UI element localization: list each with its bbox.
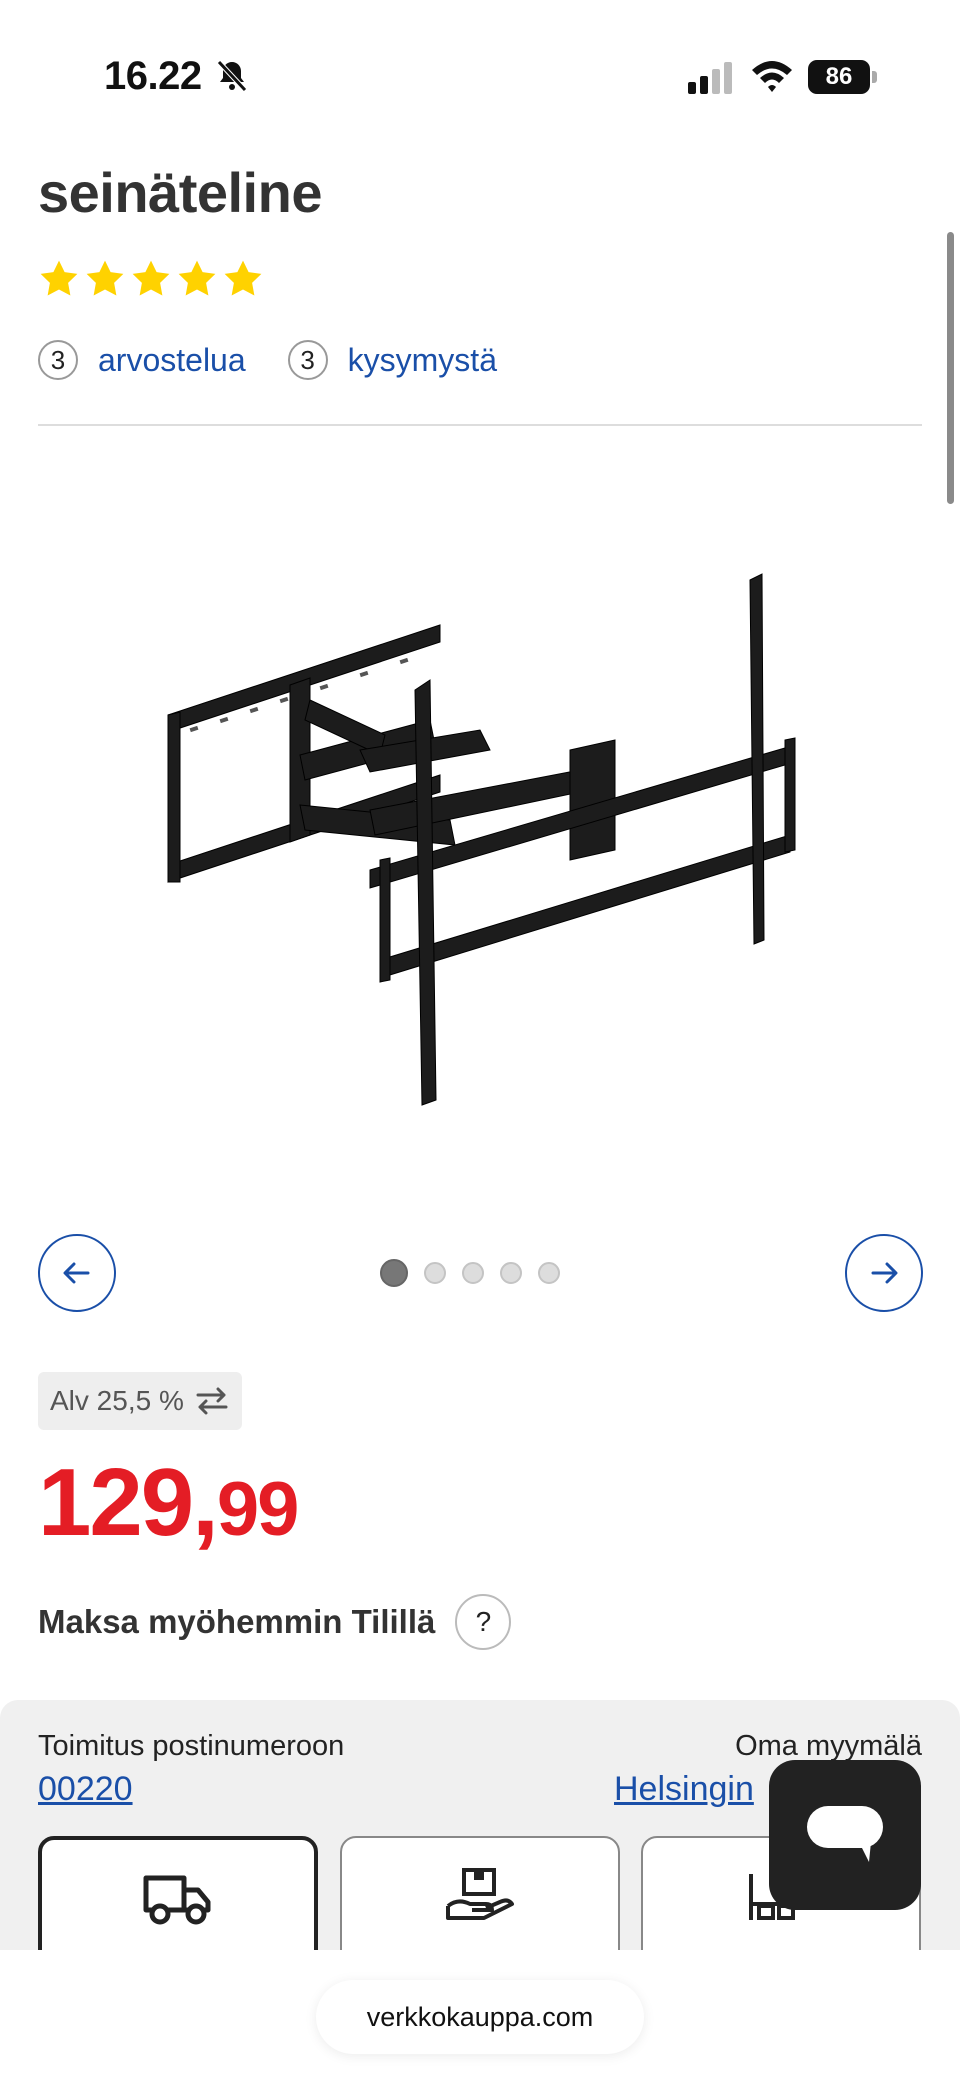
carousel-dots <box>380 1259 560 1287</box>
store-link[interactable]: Helsingin <box>614 1770 754 1809</box>
star-icon <box>132 260 170 296</box>
product-price: 129 , 99 <box>38 1448 300 1558</box>
product-image[interactable] <box>150 560 810 1120</box>
arrow-left-icon <box>63 1262 90 1284</box>
carousel-dot[interactable] <box>500 1262 522 1284</box>
carousel-dot[interactable] <box>380 1259 408 1287</box>
reviews-link[interactable]: arvostelua <box>98 342 246 379</box>
chat-button[interactable] <box>769 1760 921 1910</box>
review-question-row: 3 arvostelua 3 kysymystä <box>38 340 539 380</box>
pay-later-row: Maksa myöhemmin Tilillä ? <box>38 1594 512 1650</box>
browser-bottom-bar: verkkokauppa.com <box>0 1950 960 2087</box>
price-decimals: 99 <box>216 1467 300 1552</box>
divider <box>38 424 922 426</box>
cell-signal-icon <box>688 62 732 94</box>
address-bar[interactable]: verkkokauppa.com <box>316 1980 644 2054</box>
swap-arrows-icon <box>196 1387 228 1415</box>
arrow-right-icon <box>871 1262 898 1284</box>
battery-level: 86 <box>808 60 870 94</box>
price-separator: , <box>192 1449 219 1556</box>
star-icon <box>40 260 78 296</box>
chat-bubble-icon <box>807 1806 883 1862</box>
delivery-label: Toimitus postinumeroon <box>38 1730 345 1762</box>
scrollbar[interactable] <box>947 232 954 504</box>
carousel-dot[interactable] <box>538 1262 560 1284</box>
questions-count-badge: 3 <box>287 340 328 380</box>
status-time: 16.22 <box>104 54 202 98</box>
pickup-option-card[interactable] <box>340 1836 620 1950</box>
package-hand-icon <box>446 1868 514 1920</box>
pay-later-help-button[interactable]: ? <box>455 1594 512 1650</box>
reviews-count-badge: 3 <box>38 340 78 380</box>
bell-muted-icon <box>217 60 247 92</box>
star-icon <box>86 260 124 296</box>
store-label: Oma myymälä <box>735 1730 922 1762</box>
battery-tip <box>872 71 877 83</box>
postal-code-link[interactable]: 00220 <box>38 1770 133 1809</box>
delivery-option-card[interactable] <box>38 1836 318 1950</box>
wifi-icon <box>752 61 792 92</box>
questions-link[interactable]: kysymystä <box>348 342 497 379</box>
delivery-truck-icon <box>143 1875 211 1925</box>
product-title: seinäteline <box>38 161 322 224</box>
vat-toggle[interactable]: Alv 25,5 % <box>38 1372 242 1430</box>
rating-stars[interactable] <box>38 258 264 300</box>
carousel-dot[interactable] <box>462 1262 484 1284</box>
carousel-dot[interactable] <box>424 1262 446 1284</box>
star-icon <box>178 260 216 296</box>
status-bar: 16.22 86 <box>0 0 960 150</box>
star-icon <box>224 260 262 296</box>
price-integer: 129 <box>38 1449 194 1556</box>
battery-indicator: 86 <box>808 60 878 94</box>
pay-later-label: Maksa myöhemmin Tilillä <box>38 1603 436 1640</box>
vat-label: Alv 25,5 % <box>50 1385 184 1416</box>
carousel-prev-button[interactable] <box>38 1234 116 1312</box>
carousel-next-button[interactable] <box>845 1234 923 1312</box>
